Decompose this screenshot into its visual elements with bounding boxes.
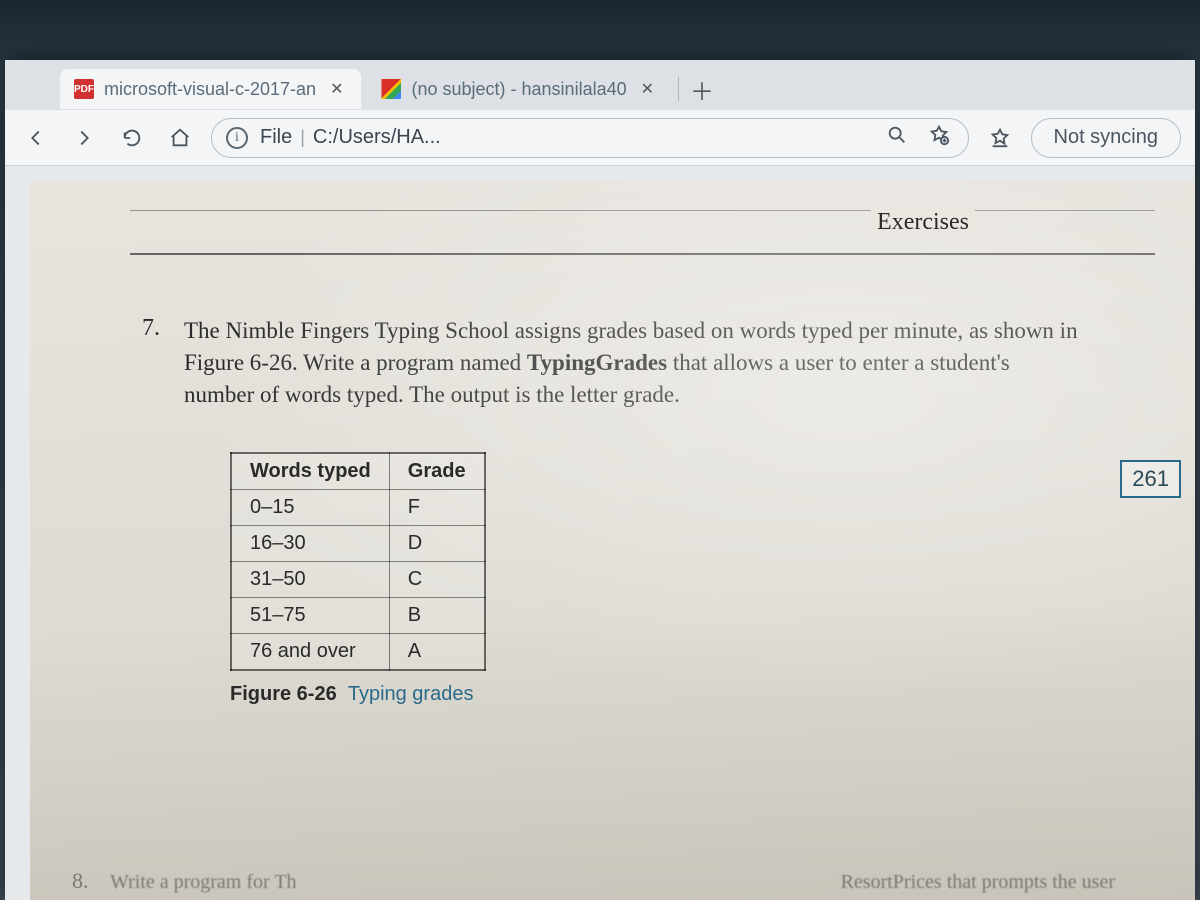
home-button[interactable] <box>163 121 197 155</box>
table-row: 16–30D <box>231 525 485 561</box>
sync-status-button[interactable]: Not syncing <box>1031 118 1182 158</box>
favorite-add-icon[interactable] <box>924 124 954 152</box>
address-bar[interactable]: i File | C:/Users/HA... <box>211 118 969 158</box>
forward-button[interactable] <box>67 121 101 155</box>
favorites-button[interactable] <box>983 121 1017 155</box>
gmail-favicon-icon <box>381 79 401 99</box>
figure-title: Typing grades <box>348 683 474 705</box>
table-row: 51–75B <box>231 597 485 633</box>
cell-grade: C <box>389 561 484 597</box>
question-number: 7. <box>130 315 160 412</box>
section-heading: Exercises <box>871 209 975 236</box>
tab-separator <box>678 77 679 101</box>
pdf-favicon-icon: PDF <box>74 79 94 99</box>
cell-range: 76 and over <box>231 633 389 670</box>
cell-grade: F <box>389 489 484 525</box>
sync-label: Not syncing <box>1054 126 1159 149</box>
cutoff-text-right: ResortPrices that prompts the user <box>841 871 1115 894</box>
tab-gmail[interactable]: (no subject) - hansinilala40 ✕ <box>367 69 672 109</box>
cell-range: 16–30 <box>231 525 389 561</box>
tab-title: microsoft-visual-c-2017-an <box>104 79 316 100</box>
toolbar: i File | C:/Users/HA... Not syncing <box>5 110 1195 166</box>
question-text: The Nimble Fingers Typing School assigns… <box>184 315 1084 412</box>
page-number-badge: 261 <box>1120 460 1181 498</box>
cutoff-text-left: Write a program for Th <box>110 871 297 894</box>
cell-grade: B <box>389 597 484 633</box>
new-tab-button[interactable]: ＋ <box>685 72 719 106</box>
tab-title: (no subject) - hansinilala40 <box>411 79 626 100</box>
back-button[interactable] <box>19 121 53 155</box>
tab-pdf[interactable]: PDF microsoft-visual-c-2017-an ✕ <box>60 69 361 109</box>
rule-thick <box>130 253 1155 255</box>
cell-range: 31–50 <box>231 561 389 597</box>
cell-grade: A <box>389 633 484 670</box>
find-on-page-icon[interactable] <box>882 124 912 152</box>
figure-6-26: Words typed Grade 0–15F 16–30D 31–50C 51… <box>230 452 1155 706</box>
url-scheme: File <box>260 126 292 149</box>
next-question-number: 8. <box>72 868 89 894</box>
table-row: 76 and overA <box>231 633 485 670</box>
program-name: TypingGrades <box>527 350 667 375</box>
grades-table: Words typed Grade 0–15F 16–30D 31–50C 51… <box>230 452 486 671</box>
rule-thin <box>130 210 1155 211</box>
site-info-icon[interactable]: i <box>226 127 248 149</box>
figure-label: Figure 6-26 <box>230 683 337 705</box>
tab-strip: PDF microsoft-visual-c-2017-an ✕ (no sub… <box>5 60 1195 110</box>
col-words-typed: Words typed <box>231 453 389 490</box>
url-divider: | <box>300 127 305 148</box>
cell-range: 0–15 <box>231 489 389 525</box>
figure-caption: Figure 6-26 Typing grades <box>230 683 1155 706</box>
pdf-page: Exercises 7. The Nimble Fingers Typing S… <box>30 180 1195 900</box>
table-row: 0–15F <box>231 489 485 525</box>
cell-grade: D <box>389 525 484 561</box>
address-text: File | C:/Users/HA... <box>260 126 870 149</box>
close-icon[interactable]: ✕ <box>637 77 658 101</box>
table-row: 31–50C <box>231 561 485 597</box>
exercise-7: 7. The Nimble Fingers Typing School assi… <box>130 315 1155 412</box>
close-icon[interactable]: ✕ <box>326 77 347 101</box>
col-grade: Grade <box>389 453 484 490</box>
refresh-button[interactable] <box>115 121 149 155</box>
browser-window: PDF microsoft-visual-c-2017-an ✕ (no sub… <box>5 60 1195 900</box>
cell-range: 51–75 <box>231 597 389 633</box>
url-path: C:/Users/HA... <box>313 126 441 149</box>
